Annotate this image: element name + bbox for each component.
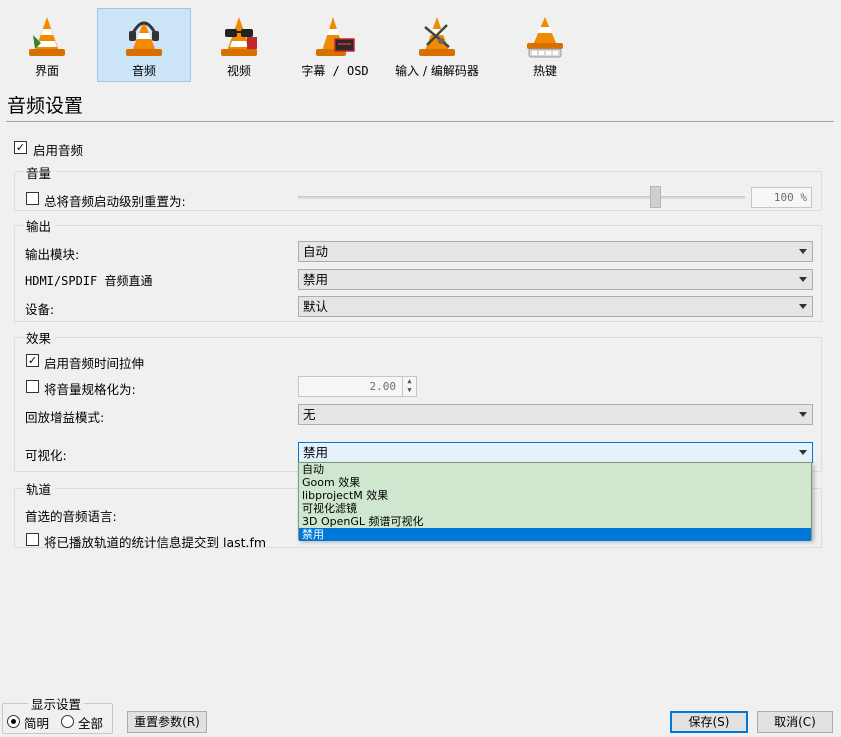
passthrough-value: 禁用 — [303, 272, 329, 287]
tab-input-codecs[interactable]: 输入 / 编解码器 — [384, 8, 490, 82]
volume-slider-track[interactable] — [298, 196, 745, 199]
all-mode-label: 全部 — [78, 716, 104, 731]
tab-audio[interactable]: 音频 — [97, 8, 191, 82]
vlc-cone-subtitle-icon — [316, 17, 355, 56]
normalize-spinbox[interactable]: 2.00 ▲ ▼ — [298, 376, 417, 397]
effects-group-title: 效果 — [23, 328, 56, 347]
page-title: 音频设置 — [7, 95, 84, 117]
passthrough-select[interactable]: 禁用 — [298, 269, 813, 290]
output-group-title: 输出 — [23, 216, 56, 235]
tab-label: 视频 — [226, 64, 251, 78]
all-mode-radio[interactable] — [61, 715, 74, 728]
volume-reset-label: 总将音频启动级别重置为: — [44, 194, 186, 209]
output-module-value: 自动 — [303, 244, 329, 259]
tab-label: 界面 — [34, 64, 59, 78]
enable-audio-label: 启用音频 — [33, 143, 84, 158]
tracks-group-title: 轨道 — [23, 479, 56, 498]
chevron-down-icon — [799, 249, 807, 254]
chevron-down-icon — [799, 304, 807, 309]
spin-up-icon[interactable]: ▲ — [403, 377, 416, 386]
replaygain-label: 回放增益模式: — [25, 410, 105, 425]
normalize-checkbox[interactable] — [26, 380, 39, 393]
spin-down-icon[interactable]: ▼ — [403, 386, 416, 395]
normalize-label: 将音量规格化为: — [44, 382, 136, 397]
vlc-cone-codec-icon — [419, 17, 455, 56]
visualization-select[interactable]: 禁用 — [298, 442, 813, 463]
category-toolbar: 界面 音频 视频 字幕 / OSD 输入 / 编解码器 热键 — [0, 0, 841, 84]
normalize-value: 2.00 — [369, 380, 397, 393]
visualization-option[interactable]: libprojectM 效果 — [299, 489, 811, 502]
lastfm-label: 将已播放轨道的统计信息提交到 last.fm — [44, 535, 267, 550]
normalize-spin-buttons[interactable]: ▲ ▼ — [402, 377, 416, 396]
tab-video[interactable]: 视频 — [196, 8, 282, 82]
timestretch-label: 启用音频时间拉伸 — [44, 356, 145, 371]
enable-audio-checkbox[interactable]: ✓ — [14, 141, 27, 154]
simple-mode-radio[interactable] — [7, 715, 20, 728]
device-label: 设备: — [25, 302, 55, 317]
simple-mode-label: 简明 — [24, 716, 50, 731]
tab-subtitles-osd[interactable]: 字幕 / OSD — [290, 8, 380, 82]
chevron-down-icon — [799, 277, 807, 282]
visualization-value: 禁用 — [303, 445, 329, 460]
cancel-button[interactable]: 取消(C) — [757, 711, 833, 733]
tab-label: 字幕 / OSD — [301, 64, 369, 78]
volume-group-title: 音量 — [23, 163, 56, 182]
display-settings-title: 显示设置 — [28, 694, 85, 713]
tab-label: 热键 — [532, 64, 557, 78]
chevron-down-icon — [799, 412, 807, 417]
output-module-select[interactable]: 自动 — [298, 241, 813, 262]
visualization-option[interactable]: 自动 — [299, 463, 811, 476]
reset-preferences-button[interactable]: 重置参数(R) — [127, 711, 207, 733]
vlc-cone-headphones-icon — [126, 21, 162, 56]
vlc-cone-interface-icon — [29, 17, 65, 56]
lastfm-checkbox[interactable] — [26, 533, 39, 546]
save-button[interactable]: 保存(S) — [670, 711, 748, 733]
vlc-cone-glasses-icon — [221, 17, 257, 56]
tab-hotkeys[interactable]: 热键 — [502, 8, 588, 82]
output-module-label: 输出模块: — [25, 247, 80, 262]
device-select[interactable]: 默认 — [298, 296, 813, 317]
volume-value-text: 100 % — [773, 191, 807, 204]
vlc-cone-hotkeys-icon — [527, 17, 563, 58]
volume-slider-handle[interactable] — [650, 186, 661, 208]
volume-reset-checkbox[interactable] — [26, 192, 39, 205]
tab-label: 音频 — [131, 64, 156, 78]
preferred-language-label: 首选的音频语言: — [25, 509, 117, 524]
chevron-down-icon — [799, 450, 807, 455]
visualization-option-selected[interactable]: 禁用 — [299, 528, 811, 541]
visualization-option[interactable]: 可视化滤镜 — [299, 502, 811, 515]
passthrough-label: HDMI/SPDIF 音频直通 — [25, 274, 153, 288]
tab-label: 输入 / 编解码器 — [395, 64, 479, 78]
device-value: 默认 — [303, 299, 329, 314]
visualization-dropdown-list[interactable]: 自动 Goom 效果 libprojectM 效果 可视化滤镜 3D OpenG… — [298, 462, 812, 541]
replaygain-value: 无 — [303, 407, 316, 422]
visualization-label: 可视化: — [25, 448, 67, 463]
timestretch-checkbox[interactable]: ✓ — [26, 354, 39, 367]
replaygain-select[interactable]: 无 — [298, 404, 813, 425]
title-divider — [6, 121, 834, 122]
visualization-option[interactable]: Goom 效果 — [299, 476, 811, 489]
visualization-option[interactable]: 3D OpenGL 频谱可视化 — [299, 515, 811, 528]
tab-interface[interactable]: 界面 — [4, 8, 90, 82]
volume-value-field[interactable]: 100 % — [751, 187, 812, 208]
